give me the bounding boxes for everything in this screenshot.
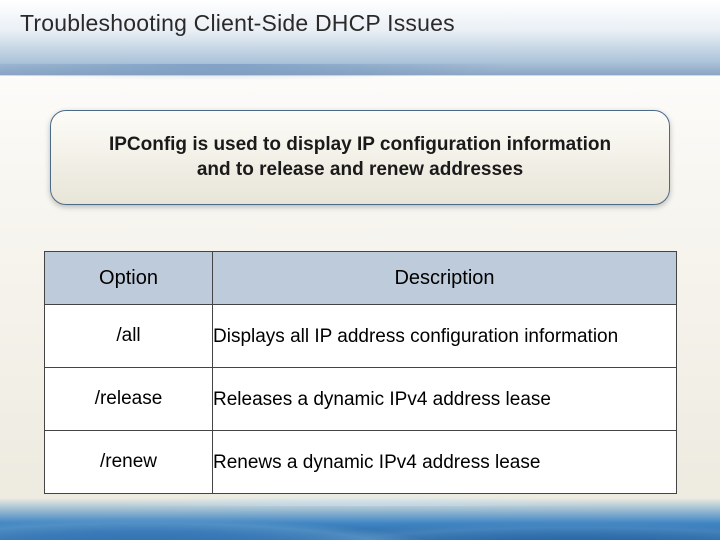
option-cell: /all — [45, 305, 213, 368]
slide-title: Troubleshooting Client-Side DHCP Issues — [20, 10, 700, 37]
options-table: Option Description /all Displays all IP … — [44, 251, 677, 494]
callout-text: IPConfig is used to display IP configura… — [91, 133, 629, 182]
table-row: /all Displays all IP address configurati… — [45, 305, 677, 368]
slide: Troubleshooting Client-Side DHCP Issues … — [0, 0, 720, 540]
footer-decoration — [0, 498, 720, 540]
table-row: /renew Renews a dynamic IPv4 address lea… — [45, 431, 677, 494]
header-description: Description — [213, 252, 677, 305]
callout-box: IPConfig is used to display IP configura… — [50, 110, 670, 205]
table-row: /release Releases a dynamic IPv4 address… — [45, 368, 677, 431]
header-option: Option — [45, 252, 213, 305]
description-cell: Renews a dynamic IPv4 address lease — [213, 431, 677, 494]
description-cell: Displays all IP address configuration in… — [213, 305, 677, 368]
table-header-row: Option Description — [45, 252, 677, 305]
option-cell: /renew — [45, 431, 213, 494]
description-cell: Releases a dynamic IPv4 address lease — [213, 368, 677, 431]
option-cell: /release — [45, 368, 213, 431]
title-bar: Troubleshooting Client-Side DHCP Issues — [0, 0, 720, 76]
